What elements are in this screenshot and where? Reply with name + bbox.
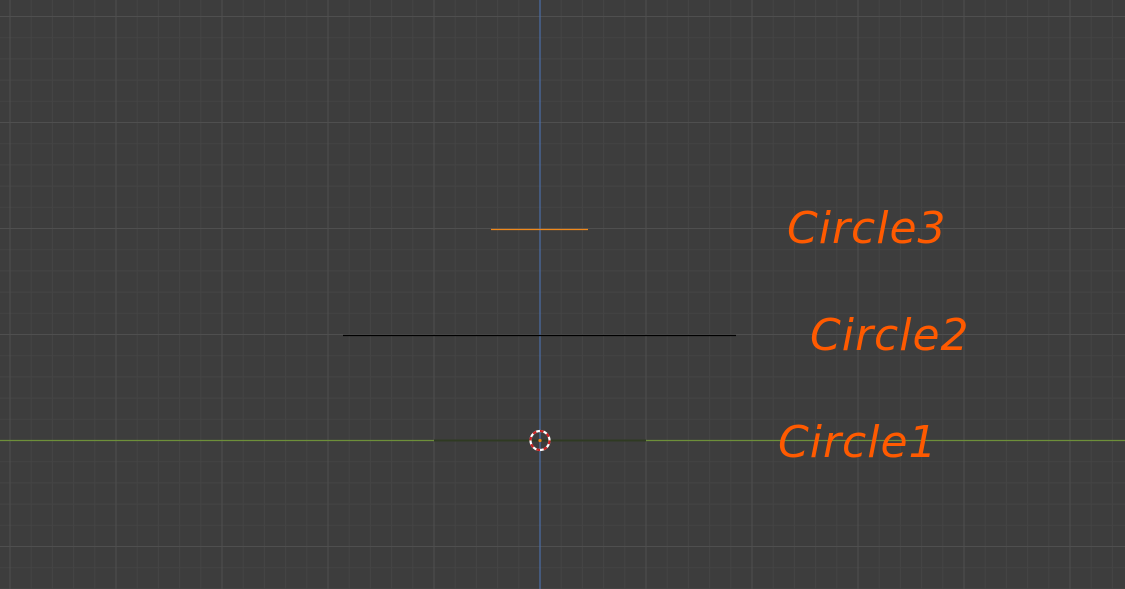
annotation-circle1: Circle1 <box>778 417 938 468</box>
grid-major-lines <box>0 0 1125 589</box>
viewport-canvas[interactable]: Circle3 Circle2 Circle1 <box>0 0 1125 589</box>
annotation-circle3: Circle3 <box>787 203 947 254</box>
annotation-circle2: Circle2 <box>810 310 970 361</box>
3d-viewport[interactable]: Circle3 Circle2 Circle1 <box>0 0 1125 589</box>
grid-minor-lines <box>0 0 1125 589</box>
